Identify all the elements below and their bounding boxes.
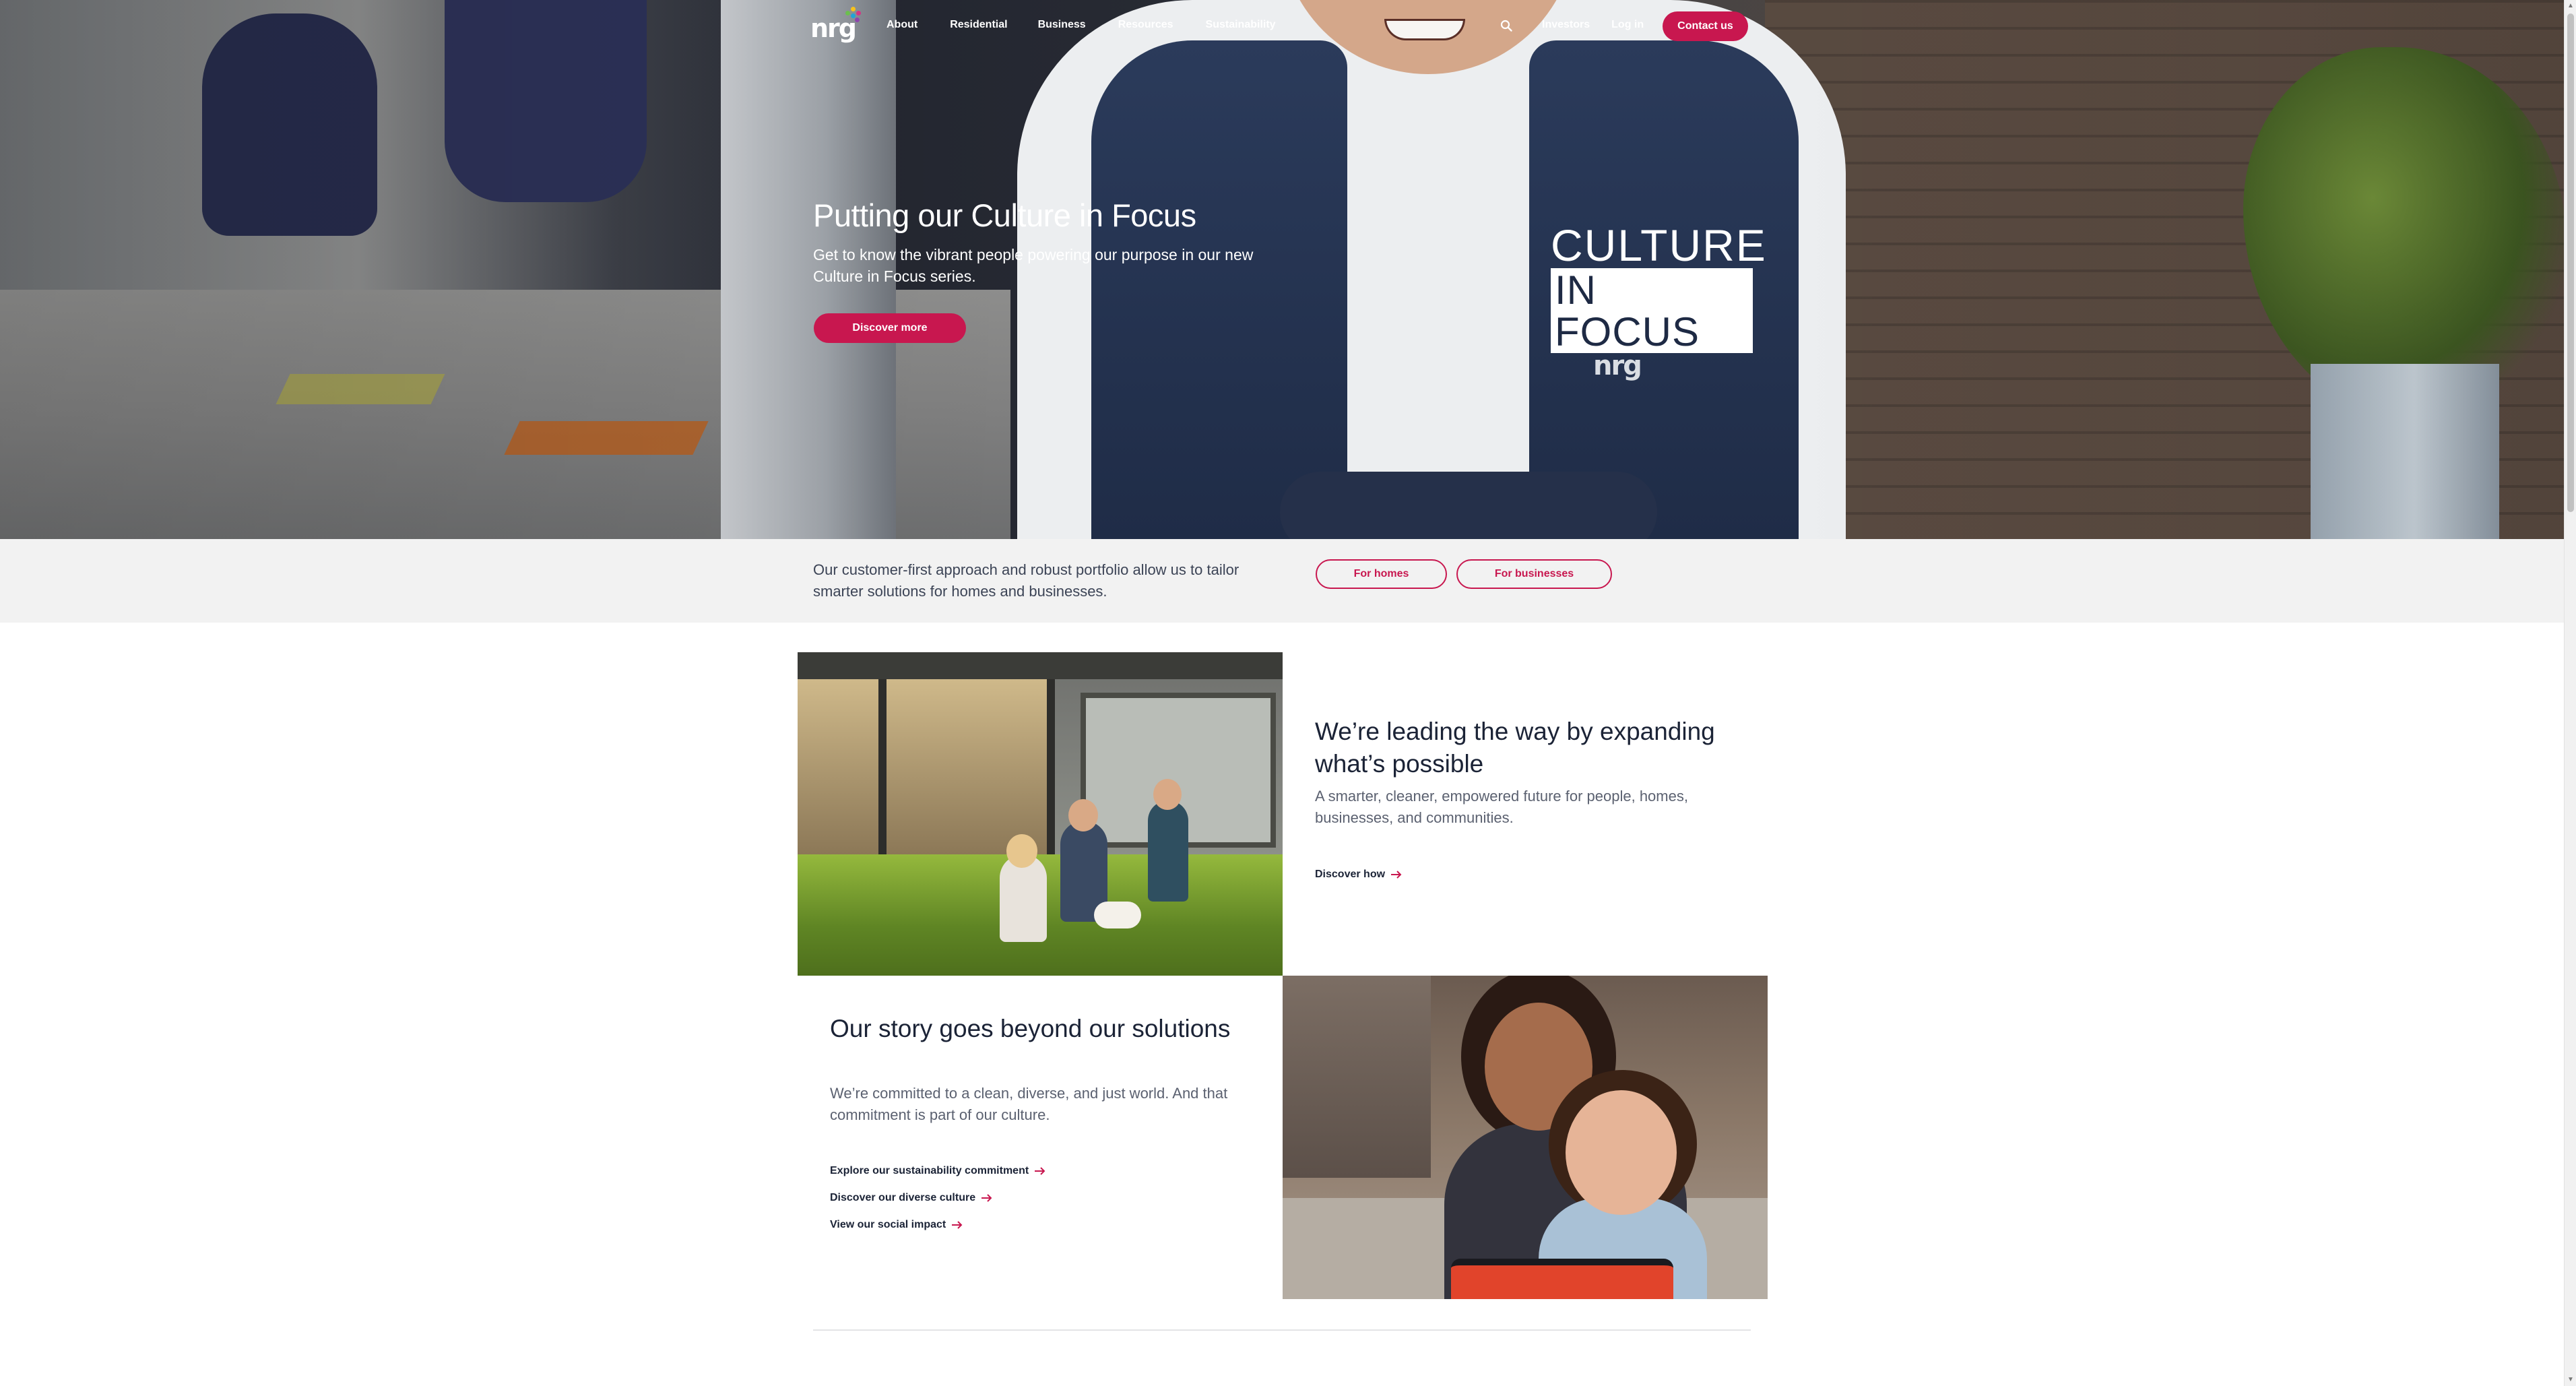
hero-title: Putting our Culture in Focus xyxy=(813,197,1196,233)
arrow-right-icon xyxy=(1391,871,1402,879)
social-impact-link[interactable]: View our social impact xyxy=(830,1219,963,1231)
diverse-culture-link-label: Discover our diverse culture xyxy=(830,1192,976,1203)
nav-business[interactable]: Business xyxy=(1038,19,1086,31)
nav-login[interactable]: Log in xyxy=(1611,19,1644,31)
family-photo xyxy=(798,652,1283,976)
social-impact-link-label: View our social impact xyxy=(830,1219,946,1230)
feature-one-body: A smarter, cleaner, empowered future for… xyxy=(1315,788,1688,826)
badge-bottom-text: IN FOCUS xyxy=(1551,268,1753,353)
feature-two-title: Our story goes beyond our solutions xyxy=(830,1015,1231,1042)
for-homes-button[interactable]: For homes xyxy=(1316,559,1447,589)
primary-nav: About Residential Business Resources Sus… xyxy=(887,19,1308,31)
scrollbar-thumb[interactable] xyxy=(2567,13,2574,512)
discover-more-button[interactable]: Discover more xyxy=(814,313,966,343)
culture-in-focus-badge: CULTURE IN FOCUS xyxy=(1551,220,1767,353)
badge-top-text: CULTURE xyxy=(1551,220,1767,270)
nav-sustainability[interactable]: Sustainability xyxy=(1206,19,1276,31)
sustainability-link-label: Explore our sustainability commitment xyxy=(830,1165,1029,1176)
diverse-culture-link[interactable]: Discover our diverse culture xyxy=(830,1192,993,1204)
hero-subtitle: Get to know the vibrant people powering … xyxy=(813,246,1254,285)
nav-investors[interactable]: Investors xyxy=(1542,19,1590,31)
person-head xyxy=(1153,779,1182,810)
porch-post xyxy=(1047,679,1055,861)
porch-post xyxy=(878,679,887,861)
top-navigation: nrg About Residential Business Resources… xyxy=(0,0,2564,54)
sustainability-link[interactable]: Explore our sustainability commitment xyxy=(830,1165,1046,1177)
intro-band xyxy=(0,539,2564,623)
section-divider xyxy=(813,1329,1751,1331)
nrg-logo[interactable]: nrg xyxy=(810,7,864,43)
roof xyxy=(798,652,1283,679)
person-head xyxy=(1006,834,1037,868)
person-figure xyxy=(1148,800,1188,902)
arrow-right-icon xyxy=(952,1221,963,1229)
feature-one-title: We’re leading the way by expanding what’… xyxy=(1315,718,1715,778)
porch xyxy=(798,679,1054,854)
logo-spark-icon xyxy=(844,7,862,24)
discover-how-label: Discover how xyxy=(1315,869,1386,880)
person-head xyxy=(1068,799,1098,831)
discover-how-link[interactable]: Discover how xyxy=(1315,869,1403,881)
utility-nav: Investors Log in xyxy=(1542,19,1665,31)
page-scrollbar[interactable]: ▲ ▼ xyxy=(2564,0,2576,1386)
feature-two-body: We’re committed to a clean, diverse, and… xyxy=(830,1085,1228,1123)
tablet xyxy=(1451,1259,1673,1299)
search-icon[interactable] xyxy=(1500,20,1512,32)
shelf xyxy=(1283,976,1431,1178)
nav-about[interactable]: About xyxy=(887,19,917,31)
intro-text: Our customer-first approach and robust p… xyxy=(813,561,1239,600)
scroll-up-icon[interactable]: ▲ xyxy=(2567,3,2574,9)
arrow-right-icon xyxy=(981,1194,992,1202)
nav-residential[interactable]: Residential xyxy=(950,19,1007,31)
contact-us-button[interactable]: Contact us xyxy=(1663,11,1748,41)
scroll-down-icon[interactable]: ▼ xyxy=(2567,1377,2574,1383)
for-businesses-button[interactable]: For businesses xyxy=(1456,559,1612,589)
girl-face xyxy=(1566,1090,1677,1215)
nav-resources[interactable]: Resources xyxy=(1118,19,1173,31)
arrow-right-icon xyxy=(1035,1167,1045,1175)
vest-logo: nrg xyxy=(1593,350,1642,381)
dog xyxy=(1094,902,1141,928)
mother-daughter-photo xyxy=(1283,976,1768,1299)
